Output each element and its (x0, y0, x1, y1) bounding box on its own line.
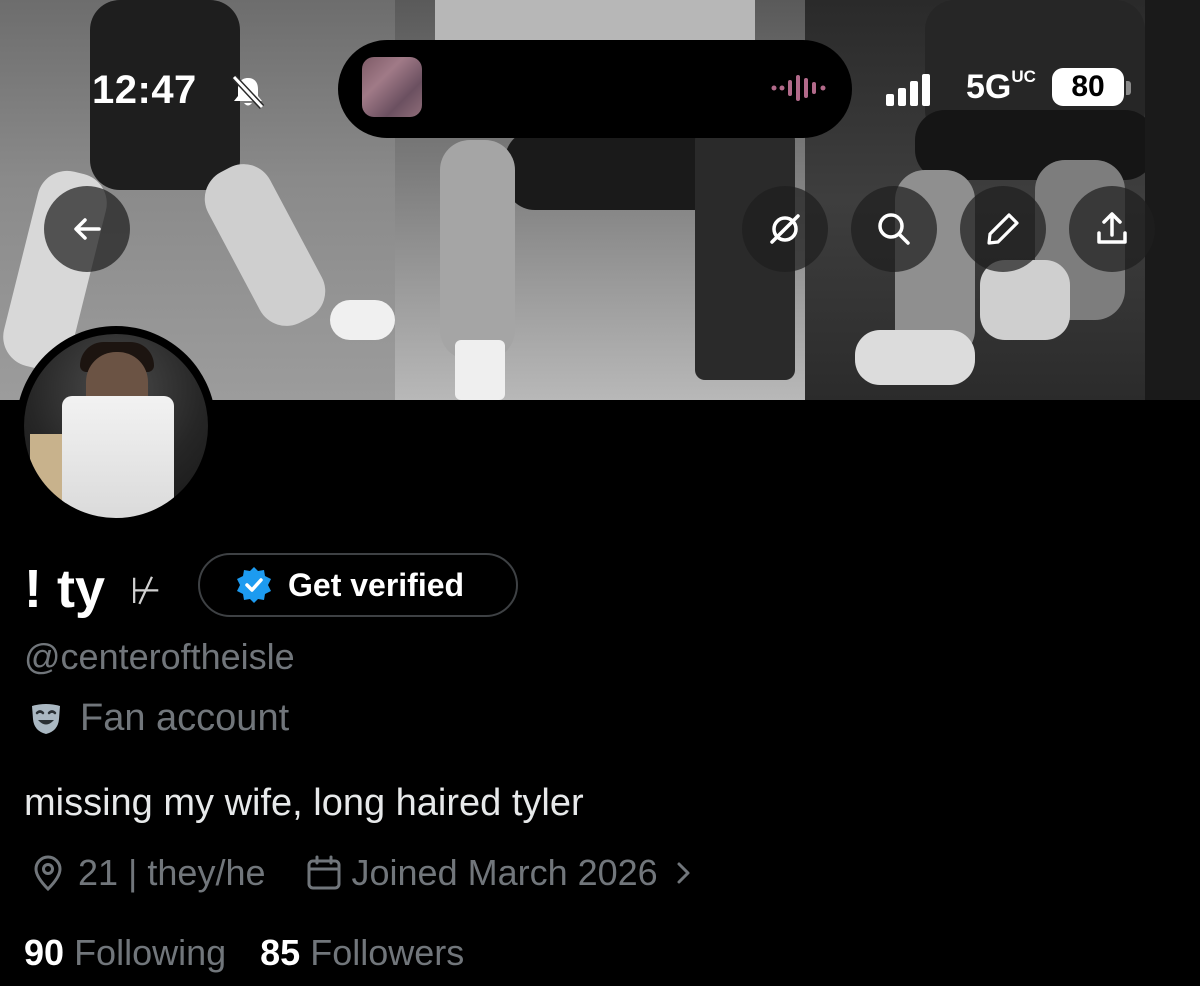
username-handle: @centeroftheisle (24, 636, 295, 677)
display-name-symbol: ⊬ (130, 570, 162, 611)
avatar-photo (24, 334, 208, 518)
audio-waveform-icon (771, 75, 826, 101)
profile-bio: missing my wife, long haired tyler (24, 782, 584, 824)
share-button[interactable] (1069, 186, 1155, 272)
followers-label: Followers (310, 932, 465, 973)
profile-avatar[interactable] (16, 326, 216, 526)
following-count: 90 (24, 932, 65, 973)
status-time: 12:47 (92, 68, 197, 112)
follow-stats: 90 Following 85 Followers (24, 932, 464, 974)
profile-category: Fan account (28, 697, 289, 740)
cellular-signal-icon (886, 74, 930, 106)
joined-date[interactable]: Joined March 2026 (352, 852, 658, 894)
category-label: Fan account (80, 697, 290, 739)
theater-mask-icon (32, 703, 60, 734)
profile-meta: 21 | they/he Joined March 2026 (28, 852, 696, 894)
grok-icon (770, 214, 800, 244)
back-arrow-icon (74, 218, 101, 240)
back-button[interactable] (44, 186, 130, 272)
following-link[interactable]: 90 Following (24, 932, 226, 973)
share-upload-icon (1097, 212, 1127, 244)
search-icon (878, 213, 910, 245)
search-button[interactable] (851, 186, 937, 272)
get-verified-button[interactable]: Get verified (198, 553, 518, 617)
edit-button[interactable] (960, 186, 1046, 272)
silent-bell-icon (231, 74, 265, 110)
location-text: 21 | they/he (78, 852, 266, 893)
display-name: ! ty (24, 559, 105, 619)
battery-level: 80 (1052, 68, 1124, 106)
calendar-icon (307, 855, 340, 890)
get-verified-label: Get verified (288, 566, 465, 603)
location-pin-icon (34, 855, 62, 892)
following-label: Following (74, 932, 227, 973)
now-playing-artwork[interactable] (362, 57, 422, 117)
followers-count: 85 (260, 932, 301, 973)
chevron-right-icon[interactable] (672, 858, 696, 888)
edit-pencil-icon (987, 213, 1019, 245)
verified-badge-icon (237, 567, 271, 603)
followers-link[interactable]: 85 Followers (260, 932, 464, 973)
grok-button[interactable] (742, 186, 828, 272)
battery-tip (1126, 81, 1131, 95)
network-type: 5GUC (966, 66, 1036, 106)
